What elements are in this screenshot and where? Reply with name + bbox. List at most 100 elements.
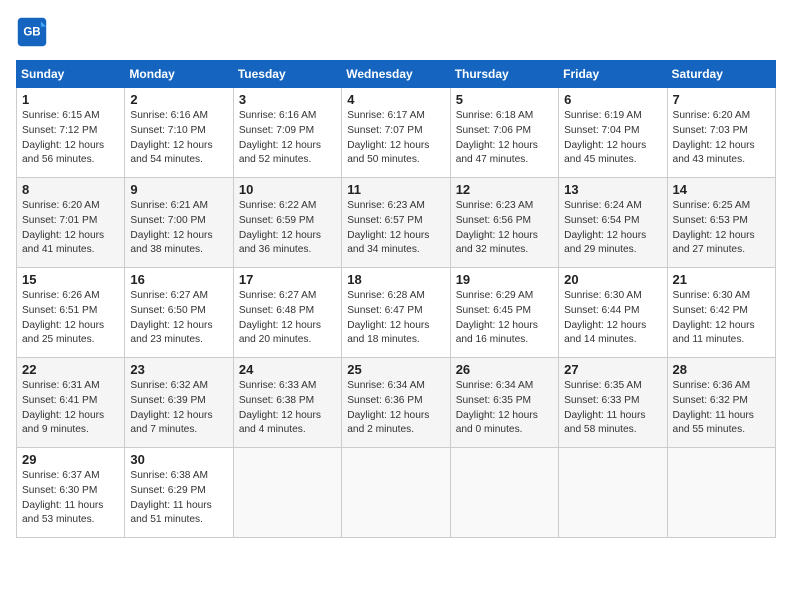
day-number: 8	[22, 182, 119, 197]
day-number: 3	[239, 92, 336, 107]
day-info: Sunrise: 6:24 AM Sunset: 6:54 PM Dayligh…	[564, 199, 661, 258]
calendar-cell: 1 Sunrise: 6:15 AM Sunset: 7:12 PM Dayli…	[17, 88, 125, 178]
day-number: 14	[673, 182, 770, 197]
calendar-cell	[233, 448, 341, 538]
day-info: Sunrise: 6:16 AM Sunset: 7:09 PM Dayligh…	[239, 109, 336, 168]
day-number: 28	[673, 362, 770, 377]
calendar-cell: 9 Sunrise: 6:21 AM Sunset: 7:00 PM Dayli…	[125, 178, 233, 268]
day-info: Sunrise: 6:21 AM Sunset: 7:00 PM Dayligh…	[130, 199, 227, 258]
calendar-cell: 23 Sunrise: 6:32 AM Sunset: 6:39 PM Dayl…	[125, 358, 233, 448]
day-number: 1	[22, 92, 119, 107]
day-number: 21	[673, 272, 770, 287]
calendar-week-4: 22 Sunrise: 6:31 AM Sunset: 6:41 PM Dayl…	[17, 358, 776, 448]
weekday-header-wednesday: Wednesday	[342, 61, 450, 88]
day-info: Sunrise: 6:18 AM Sunset: 7:06 PM Dayligh…	[456, 109, 553, 168]
day-number: 20	[564, 272, 661, 287]
day-number: 23	[130, 362, 227, 377]
calendar-week-5: 29 Sunrise: 6:37 AM Sunset: 6:30 PM Dayl…	[17, 448, 776, 538]
day-info: Sunrise: 6:30 AM Sunset: 6:42 PM Dayligh…	[673, 289, 770, 348]
day-number: 17	[239, 272, 336, 287]
svg-text:GB: GB	[23, 27, 40, 39]
day-number: 11	[347, 182, 444, 197]
day-info: Sunrise: 6:31 AM Sunset: 6:41 PM Dayligh…	[22, 379, 119, 438]
day-info: Sunrise: 6:36 AM Sunset: 6:32 PM Dayligh…	[673, 379, 770, 438]
calendar-cell: 25 Sunrise: 6:34 AM Sunset: 6:36 PM Dayl…	[342, 358, 450, 448]
logo-icon: GB	[16, 16, 48, 48]
day-number: 30	[130, 452, 227, 467]
day-info: Sunrise: 6:34 AM Sunset: 6:35 PM Dayligh…	[456, 379, 553, 438]
day-number: 27	[564, 362, 661, 377]
calendar-cell: 19 Sunrise: 6:29 AM Sunset: 6:45 PM Dayl…	[450, 268, 558, 358]
day-info: Sunrise: 6:17 AM Sunset: 7:07 PM Dayligh…	[347, 109, 444, 168]
calendar-week-3: 15 Sunrise: 6:26 AM Sunset: 6:51 PM Dayl…	[17, 268, 776, 358]
weekday-header-sunday: Sunday	[17, 61, 125, 88]
day-number: 29	[22, 452, 119, 467]
calendar-cell: 10 Sunrise: 6:22 AM Sunset: 6:59 PM Dayl…	[233, 178, 341, 268]
calendar-cell: 22 Sunrise: 6:31 AM Sunset: 6:41 PM Dayl…	[17, 358, 125, 448]
calendar-cell	[342, 448, 450, 538]
calendar-cell: 21 Sunrise: 6:30 AM Sunset: 6:42 PM Dayl…	[667, 268, 775, 358]
day-info: Sunrise: 6:38 AM Sunset: 6:29 PM Dayligh…	[130, 469, 227, 528]
day-info: Sunrise: 6:20 AM Sunset: 7:03 PM Dayligh…	[673, 109, 770, 168]
calendar-cell: 4 Sunrise: 6:17 AM Sunset: 7:07 PM Dayli…	[342, 88, 450, 178]
calendar-cell: 16 Sunrise: 6:27 AM Sunset: 6:50 PM Dayl…	[125, 268, 233, 358]
day-info: Sunrise: 6:33 AM Sunset: 6:38 PM Dayligh…	[239, 379, 336, 438]
day-info: Sunrise: 6:25 AM Sunset: 6:53 PM Dayligh…	[673, 199, 770, 258]
day-number: 26	[456, 362, 553, 377]
calendar-cell: 28 Sunrise: 6:36 AM Sunset: 6:32 PM Dayl…	[667, 358, 775, 448]
day-info: Sunrise: 6:27 AM Sunset: 6:48 PM Dayligh…	[239, 289, 336, 348]
calendar-cell: 27 Sunrise: 6:35 AM Sunset: 6:33 PM Dayl…	[559, 358, 667, 448]
day-info: Sunrise: 6:19 AM Sunset: 7:04 PM Dayligh…	[564, 109, 661, 168]
calendar-cell: 11 Sunrise: 6:23 AM Sunset: 6:57 PM Dayl…	[342, 178, 450, 268]
calendar-cell	[559, 448, 667, 538]
day-number: 24	[239, 362, 336, 377]
calendar-cell: 3 Sunrise: 6:16 AM Sunset: 7:09 PM Dayli…	[233, 88, 341, 178]
calendar-cell: 8 Sunrise: 6:20 AM Sunset: 7:01 PM Dayli…	[17, 178, 125, 268]
day-number: 10	[239, 182, 336, 197]
day-info: Sunrise: 6:29 AM Sunset: 6:45 PM Dayligh…	[456, 289, 553, 348]
day-info: Sunrise: 6:20 AM Sunset: 7:01 PM Dayligh…	[22, 199, 119, 258]
day-number: 18	[347, 272, 444, 287]
day-number: 15	[22, 272, 119, 287]
calendar-cell: 6 Sunrise: 6:19 AM Sunset: 7:04 PM Dayli…	[559, 88, 667, 178]
weekday-header-tuesday: Tuesday	[233, 61, 341, 88]
calendar-cell: 13 Sunrise: 6:24 AM Sunset: 6:54 PM Dayl…	[559, 178, 667, 268]
day-number: 13	[564, 182, 661, 197]
calendar-cell: 5 Sunrise: 6:18 AM Sunset: 7:06 PM Dayli…	[450, 88, 558, 178]
weekday-header-thursday: Thursday	[450, 61, 558, 88]
day-info: Sunrise: 6:30 AM Sunset: 6:44 PM Dayligh…	[564, 289, 661, 348]
weekday-header-friday: Friday	[559, 61, 667, 88]
calendar-header-row: SundayMondayTuesdayWednesdayThursdayFrid…	[17, 61, 776, 88]
calendar-cell: 26 Sunrise: 6:34 AM Sunset: 6:35 PM Dayl…	[450, 358, 558, 448]
day-info: Sunrise: 6:32 AM Sunset: 6:39 PM Dayligh…	[130, 379, 227, 438]
calendar-table: SundayMondayTuesdayWednesdayThursdayFrid…	[16, 60, 776, 538]
day-info: Sunrise: 6:15 AM Sunset: 7:12 PM Dayligh…	[22, 109, 119, 168]
day-number: 16	[130, 272, 227, 287]
day-number: 22	[22, 362, 119, 377]
day-number: 6	[564, 92, 661, 107]
day-info: Sunrise: 6:23 AM Sunset: 6:56 PM Dayligh…	[456, 199, 553, 258]
logo: GB	[16, 16, 52, 48]
day-number: 12	[456, 182, 553, 197]
calendar-cell: 20 Sunrise: 6:30 AM Sunset: 6:44 PM Dayl…	[559, 268, 667, 358]
day-info: Sunrise: 6:34 AM Sunset: 6:36 PM Dayligh…	[347, 379, 444, 438]
calendar-cell: 17 Sunrise: 6:27 AM Sunset: 6:48 PM Dayl…	[233, 268, 341, 358]
day-info: Sunrise: 6:35 AM Sunset: 6:33 PM Dayligh…	[564, 379, 661, 438]
page-header: GB	[16, 16, 776, 48]
day-info: Sunrise: 6:22 AM Sunset: 6:59 PM Dayligh…	[239, 199, 336, 258]
day-info: Sunrise: 6:37 AM Sunset: 6:30 PM Dayligh…	[22, 469, 119, 528]
day-info: Sunrise: 6:27 AM Sunset: 6:50 PM Dayligh…	[130, 289, 227, 348]
day-number: 7	[673, 92, 770, 107]
day-number: 25	[347, 362, 444, 377]
day-info: Sunrise: 6:16 AM Sunset: 7:10 PM Dayligh…	[130, 109, 227, 168]
weekday-header-saturday: Saturday	[667, 61, 775, 88]
calendar-cell: 30 Sunrise: 6:38 AM Sunset: 6:29 PM Dayl…	[125, 448, 233, 538]
calendar-cell: 12 Sunrise: 6:23 AM Sunset: 6:56 PM Dayl…	[450, 178, 558, 268]
day-info: Sunrise: 6:23 AM Sunset: 6:57 PM Dayligh…	[347, 199, 444, 258]
calendar-cell: 14 Sunrise: 6:25 AM Sunset: 6:53 PM Dayl…	[667, 178, 775, 268]
calendar-cell	[667, 448, 775, 538]
calendar-cell: 2 Sunrise: 6:16 AM Sunset: 7:10 PM Dayli…	[125, 88, 233, 178]
day-number: 4	[347, 92, 444, 107]
day-number: 2	[130, 92, 227, 107]
calendar-week-1: 1 Sunrise: 6:15 AM Sunset: 7:12 PM Dayli…	[17, 88, 776, 178]
